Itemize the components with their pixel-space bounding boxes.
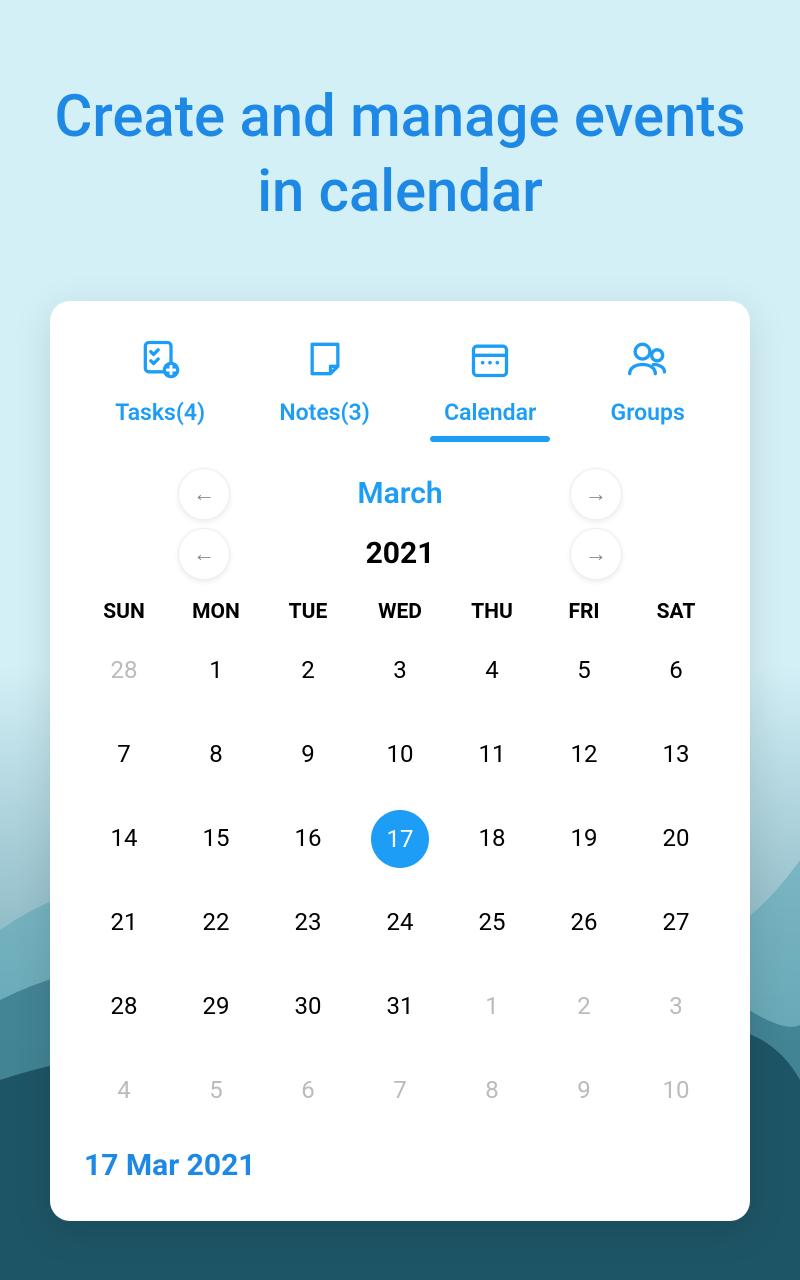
day-cell[interactable]: 5 (170, 1062, 262, 1118)
selected-date-footer: 17 Mar 2021 (78, 1148, 722, 1183)
year-label: 2021 (340, 536, 460, 571)
weekday-label: WED (354, 600, 446, 624)
day-cell[interactable]: 6 (262, 1062, 354, 1118)
day-cell[interactable]: 1 (446, 978, 538, 1034)
day-cell[interactable]: 25 (446, 894, 538, 950)
day-cell[interactable]: 31 (354, 978, 446, 1034)
prev-year-button[interactable]: ← (178, 528, 230, 580)
day-cell[interactable]: 3 (630, 978, 722, 1034)
day-cell[interactable]: 2 (262, 642, 354, 698)
day-cell[interactable]: 24 (354, 894, 446, 950)
weekday-label: SAT (630, 600, 722, 624)
day-cell[interactable]: 4 (78, 1062, 170, 1118)
day-cell[interactable]: 29 (170, 978, 262, 1034)
day-cell[interactable]: 6 (630, 642, 722, 698)
tab-label: Notes(3) (279, 399, 369, 426)
day-cell[interactable]: 16 (262, 810, 354, 866)
day-cell[interactable]: 9 (262, 726, 354, 782)
day-cell[interactable]: 15 (170, 810, 262, 866)
day-cell[interactable]: 26 (538, 894, 630, 950)
tab-bar: Tasks(4) Notes(3) Calendar (78, 337, 722, 440)
tab-calendar[interactable]: Calendar (436, 337, 544, 440)
day-cell[interactable]: 9 (538, 1062, 630, 1118)
day-cell[interactable]: 21 (78, 894, 170, 950)
day-cell[interactable]: 5 (538, 642, 630, 698)
day-cell[interactable]: 28 (78, 642, 170, 698)
day-cell[interactable]: 7 (78, 726, 170, 782)
day-cell[interactable]: 27 (630, 894, 722, 950)
calendar-grid: 2812345678910111213141516171819202122232… (78, 642, 722, 1118)
day-cell[interactable]: 2 (538, 978, 630, 1034)
day-cell[interactable]: 28 (78, 978, 170, 1034)
calendar-icon (468, 337, 512, 385)
day-cell[interactable]: 20 (630, 810, 722, 866)
next-year-button[interactable]: → (570, 528, 622, 580)
tab-label: Tasks(4) (115, 399, 205, 426)
day-cell[interactable]: 8 (170, 726, 262, 782)
tasks-icon (138, 337, 182, 385)
weekday-label: THU (446, 600, 538, 624)
day-cell[interactable]: 22 (170, 894, 262, 950)
day-cell[interactable]: 8 (446, 1062, 538, 1118)
day-cell[interactable]: 3 (354, 642, 446, 698)
weekday-label: MON (170, 600, 262, 624)
groups-icon (626, 337, 670, 385)
tab-label: Calendar (444, 399, 536, 426)
tab-groups[interactable]: Groups (603, 337, 693, 440)
day-cell[interactable]: 10 (630, 1062, 722, 1118)
day-cell[interactable]: 1 (170, 642, 262, 698)
prev-month-button[interactable]: ← (178, 468, 230, 520)
day-cell[interactable]: 13 (630, 726, 722, 782)
day-cell[interactable]: 10 (354, 726, 446, 782)
tab-label: Groups (611, 399, 685, 426)
tab-tasks[interactable]: Tasks(4) (107, 337, 213, 440)
notes-icon (303, 337, 347, 385)
weekday-header: SUNMONTUEWEDTHUFRISAT (78, 600, 722, 624)
day-cell[interactable]: 4 (446, 642, 538, 698)
day-cell[interactable]: 18 (446, 810, 538, 866)
day-cell[interactable]: 17 (354, 810, 446, 866)
day-cell[interactable]: 11 (446, 726, 538, 782)
month-label: March (340, 476, 460, 511)
weekday-label: SUN (78, 600, 170, 624)
day-cell[interactable]: 12 (538, 726, 630, 782)
calendar-card: Tasks(4) Notes(3) Calendar (50, 301, 750, 1221)
tab-notes[interactable]: Notes(3) (271, 337, 377, 440)
day-cell[interactable]: 7 (354, 1062, 446, 1118)
next-month-button[interactable]: → (570, 468, 622, 520)
day-cell[interactable]: 14 (78, 810, 170, 866)
weekday-label: FRI (538, 600, 630, 624)
day-cell[interactable]: 30 (262, 978, 354, 1034)
page-headline: Create and manage events in calendar (0, 0, 800, 271)
day-cell[interactable]: 23 (262, 894, 354, 950)
weekday-label: TUE (262, 600, 354, 624)
day-cell[interactable]: 19 (538, 810, 630, 866)
